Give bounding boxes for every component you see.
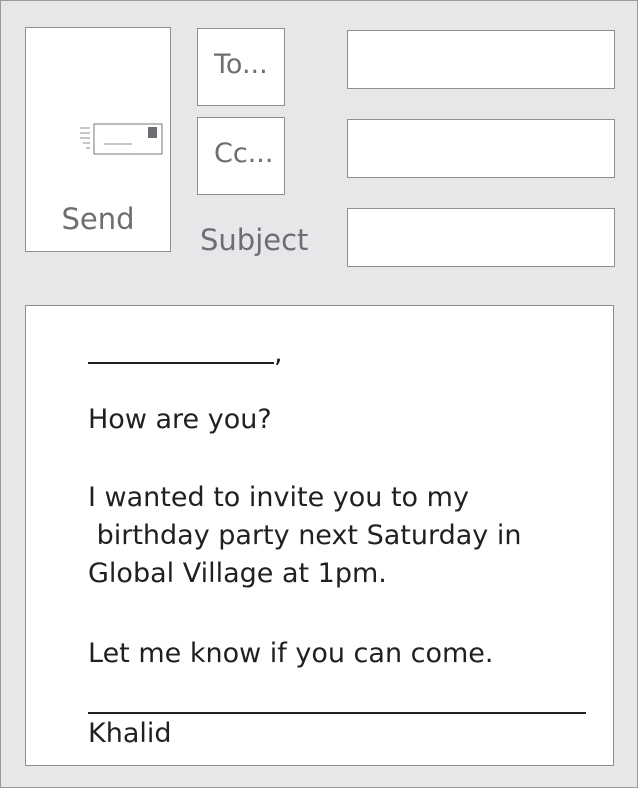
to-button-label: To... (214, 49, 268, 80)
message-line-3: birthday party next Saturday in (88, 520, 522, 551)
envelope-icon (80, 123, 163, 155)
to-input[interactable] (347, 30, 615, 89)
message-line-4: Global Village at 1pm. (88, 558, 387, 589)
signature-name: Khalid (88, 718, 172, 749)
to-button[interactable]: To... (197, 28, 285, 106)
compose-window: Send To... Cc... Subject , How are you? … (0, 0, 638, 788)
signature-line (88, 712, 586, 714)
send-label: Send (61, 202, 135, 236)
message-line-1: How are you? (88, 404, 272, 435)
greeting-blank-line (88, 362, 274, 364)
cc-button-label: Cc... (214, 138, 274, 169)
send-button[interactable]: Send (25, 27, 171, 252)
message-body[interactable]: , How are you? I wanted to invite you to… (25, 305, 614, 766)
cc-input[interactable] (347, 119, 615, 178)
subject-input[interactable] (347, 208, 615, 267)
greeting-punctuation: , (274, 338, 283, 369)
message-line-5: Let me know if you can come. (88, 638, 494, 669)
cc-button[interactable]: Cc... (197, 117, 285, 195)
subject-label: Subject (200, 223, 309, 257)
message-line-2: I wanted to invite you to my (88, 482, 469, 513)
